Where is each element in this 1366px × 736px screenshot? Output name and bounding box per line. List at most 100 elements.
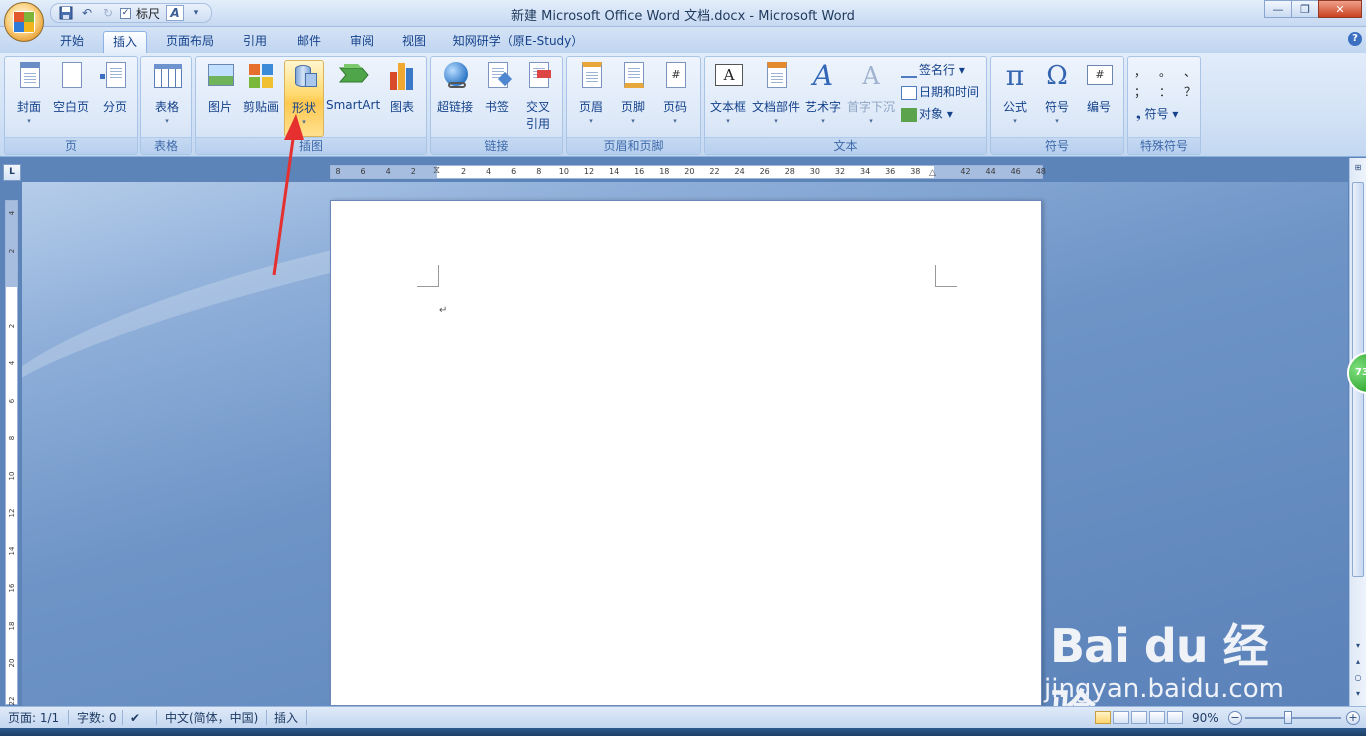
special-symbol-button[interactable]: ❟ 符号 ▾	[1136, 105, 1178, 123]
full-screen-reading-view-icon[interactable]	[1113, 711, 1129, 724]
status-language[interactable]: 中文(简体，中国)	[165, 710, 258, 726]
zoom-in-icon[interactable]: +	[1346, 711, 1360, 725]
drop-cap-icon: A	[862, 62, 880, 90]
help-icon[interactable]: ?	[1348, 32, 1362, 46]
tab-insert[interactable]: 插入	[103, 31, 147, 53]
right-indent-marker-icon[interactable]: △	[929, 168, 936, 178]
outline-view-icon[interactable]	[1149, 711, 1165, 724]
smartart-label: SmartArt	[326, 98, 381, 112]
group-label-text: 文本	[705, 137, 986, 154]
chart-button[interactable]: 图表	[382, 60, 422, 115]
special-char[interactable]: 。	[1159, 63, 1171, 80]
ruler-number: 34	[860, 167, 871, 176]
omega-icon: Ω	[1046, 61, 1068, 91]
symbol-label: 符号	[1044, 100, 1069, 114]
horizontal-ruler[interactable]: 8 6 4 2 2 4 6 8 10 12 14 16 18 20 22 24 26 28 30 32 34 36 38 42…	[330, 165, 1046, 179]
clip-art-icon	[246, 60, 276, 92]
hyperlink-button[interactable]: 超链接	[433, 60, 477, 115]
minimize-button[interactable]: —	[1264, 0, 1292, 18]
ruler-number: 36	[885, 167, 896, 176]
quick-parts-icon	[761, 60, 791, 92]
zoom-level[interactable]: 90%	[1192, 710, 1219, 726]
smartart-button[interactable]: SmartArt	[326, 60, 380, 112]
proofing-icon[interactable]: ✔	[130, 710, 140, 726]
quick-parts-button[interactable]: 文档部件 ▾	[751, 60, 801, 125]
date-time-label: 日期和时间	[919, 85, 980, 99]
ruler-number: 44	[985, 167, 996, 176]
special-char[interactable]: ，	[1134, 63, 1146, 80]
next-page-icon[interactable]: ▾	[1352, 688, 1364, 700]
footer-button[interactable]: 页脚 ▾	[613, 60, 653, 125]
drop-cap-button[interactable]: A 首字下沉 ▾	[845, 60, 897, 125]
drop-cap-label: 首字下沉	[846, 100, 895, 114]
tab-mailings[interactable]: 邮件	[287, 31, 331, 53]
vertical-scrollbar[interactable]: ⊞ ▾ ▴ ○ ▾	[1349, 158, 1366, 706]
equation-button[interactable]: π 公式 ▾	[995, 60, 1035, 126]
cover-page-button[interactable]: 封面 ▾	[9, 60, 49, 125]
group-pages: 封面 ▾ 空白页 分页 页	[4, 56, 138, 155]
ruler-number: 2	[460, 167, 467, 176]
ruler-number: 12	[8, 508, 16, 518]
prev-page-icon[interactable]: ▴	[1352, 656, 1364, 668]
special-char[interactable]: ；	[1134, 83, 1146, 100]
number-button[interactable]: # 编号	[1079, 60, 1119, 115]
date-time-button[interactable]: 日期和时间	[901, 83, 979, 101]
zoom-slider-thumb[interactable]	[1284, 711, 1292, 724]
office-button[interactable]	[4, 2, 44, 42]
office-logo-icon	[13, 11, 35, 33]
tab-stop-selector[interactable]: L	[3, 164, 21, 181]
special-char[interactable]: 、	[1184, 63, 1196, 80]
tab-review[interactable]: 审阅	[340, 31, 384, 53]
wordart-button[interactable]: A 艺术字 ▾	[803, 59, 843, 126]
page-break-button[interactable]: 分页	[95, 60, 135, 115]
page-number-button[interactable]: # 页码 ▾	[655, 60, 695, 125]
text-box-button[interactable]: A 文本框 ▾	[707, 60, 749, 125]
clip-art-button[interactable]: 剪贴画	[240, 60, 282, 115]
header-button[interactable]: 页眉 ▾	[571, 60, 611, 125]
tab-view[interactable]: 视图	[392, 31, 436, 53]
ruler-number: 4	[385, 167, 391, 176]
status-separator	[156, 710, 157, 725]
zoom-out-icon[interactable]: −	[1228, 711, 1242, 725]
object-icon	[901, 107, 917, 122]
scroll-down-icon[interactable]: ▾	[1352, 640, 1364, 652]
symbol-button[interactable]: Ω 符号 ▾	[1037, 60, 1077, 125]
print-layout-view-icon[interactable]	[1095, 711, 1111, 724]
table-button[interactable]: 表格 ▾	[145, 60, 189, 125]
signature-line-button[interactable]: 签名行 ▾	[901, 61, 965, 79]
status-word-count[interactable]: 字数: 0	[77, 710, 117, 726]
tab-references[interactable]: 引用	[233, 31, 277, 53]
hyperlink-label: 超链接	[436, 100, 473, 114]
special-char[interactable]: ：	[1159, 83, 1171, 100]
tab-home[interactable]: 开始	[50, 31, 94, 53]
draft-view-icon[interactable]	[1167, 711, 1183, 724]
group-label-illustrations: 插图	[196, 137, 426, 154]
close-button[interactable]: ✕	[1318, 0, 1362, 18]
status-page[interactable]: 页面: 1/1	[8, 710, 59, 726]
special-char[interactable]: ？	[1184, 83, 1196, 100]
blank-page-button[interactable]: 空白页	[49, 60, 93, 115]
ruler-number: 16	[634, 167, 645, 176]
document-page[interactable]: ↵	[330, 200, 1042, 706]
ruler-number: 18	[659, 167, 670, 176]
cover-page-label: 封面	[16, 100, 41, 114]
zoom-slider-track[interactable]	[1245, 717, 1341, 719]
object-button[interactable]: 对象 ▾	[901, 105, 953, 123]
tab-page-layout[interactable]: 页面布局	[158, 31, 222, 53]
web-layout-view-icon[interactable]	[1131, 711, 1147, 724]
tab-cnki-estudy[interactable]: 知网研学（原E-Study）	[448, 31, 588, 53]
group-label-header-footer: 页眉和页脚	[567, 137, 700, 154]
bookmark-button[interactable]: 书签	[477, 60, 517, 115]
picture-button[interactable]: 图片	[200, 60, 240, 115]
restore-button[interactable]: ❐	[1291, 0, 1319, 18]
browse-object-icon[interactable]: ○	[1352, 672, 1364, 684]
vertical-ruler[interactable]: 4 2 2 4 6 8 10 12 14 16 18 20 22	[5, 200, 18, 705]
cross-reference-button[interactable]: 交叉 引用	[517, 60, 559, 132]
status-insert-mode[interactable]: 插入	[274, 710, 298, 726]
margin-corner-top-left	[417, 265, 439, 287]
wordart-icon: A	[812, 59, 834, 92]
ruler-toggle-icon[interactable]: ⊞	[1352, 162, 1364, 174]
indent-marker-icon[interactable]: ⧖	[433, 165, 440, 176]
group-label-tables: 表格	[141, 137, 191, 154]
ruler-number: 20	[8, 658, 16, 668]
